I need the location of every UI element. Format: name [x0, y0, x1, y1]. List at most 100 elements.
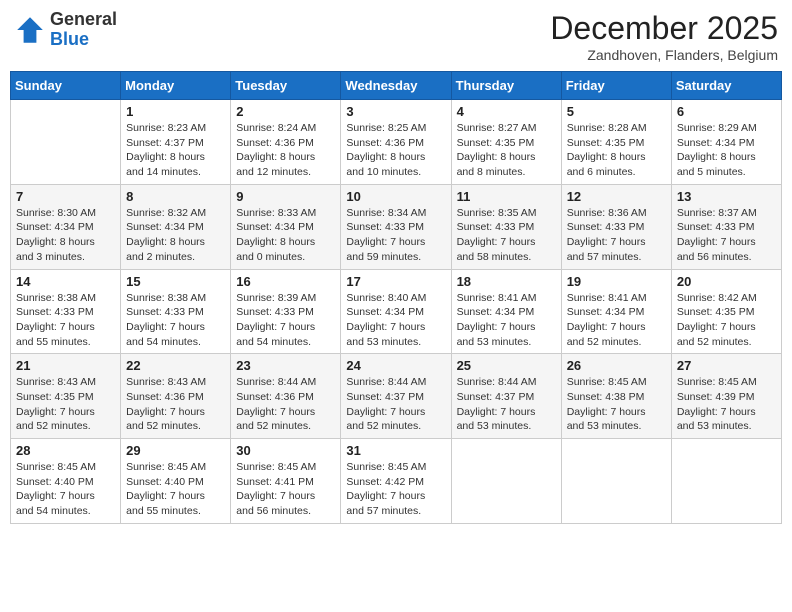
- day-cell: 17 Sunrise: 8:40 AM Sunset: 4:34 PM Dayli…: [341, 269, 451, 354]
- day-info: Sunrise: 8:45 AM Sunset: 4:41 PM Dayligh…: [236, 460, 335, 519]
- day-number: 7: [16, 189, 115, 204]
- day-number: 12: [567, 189, 666, 204]
- day-cell: [561, 439, 671, 524]
- day-number: 29: [126, 443, 225, 458]
- title-block: December 2025 Zandhoven, Flanders, Belgi…: [550, 10, 778, 63]
- day-info: Sunrise: 8:44 AM Sunset: 4:36 PM Dayligh…: [236, 375, 335, 434]
- day-info: Sunrise: 8:45 AM Sunset: 4:40 PM Dayligh…: [16, 460, 115, 519]
- day-number: 18: [457, 274, 556, 289]
- week-row-3: 14 Sunrise: 8:38 AM Sunset: 4:33 PM Dayli…: [11, 269, 782, 354]
- logo-text: General Blue: [50, 10, 117, 50]
- day-number: 8: [126, 189, 225, 204]
- day-number: 16: [236, 274, 335, 289]
- calendar-table: SundayMondayTuesdayWednesdayThursdayFrid…: [10, 71, 782, 524]
- day-number: 25: [457, 358, 556, 373]
- day-number: 23: [236, 358, 335, 373]
- day-info: Sunrise: 8:43 AM Sunset: 4:36 PM Dayligh…: [126, 375, 225, 434]
- week-row-2: 7 Sunrise: 8:30 AM Sunset: 4:34 PM Daylig…: [11, 184, 782, 269]
- day-info: Sunrise: 8:40 AM Sunset: 4:34 PM Dayligh…: [346, 291, 445, 350]
- day-cell: 4 Sunrise: 8:27 AM Sunset: 4:35 PM Daylig…: [451, 100, 561, 185]
- day-info: Sunrise: 8:25 AM Sunset: 4:36 PM Dayligh…: [346, 121, 445, 180]
- day-number: 20: [677, 274, 776, 289]
- weekday-header-saturday: Saturday: [671, 72, 781, 100]
- day-cell: 20 Sunrise: 8:42 AM Sunset: 4:35 PM Dayli…: [671, 269, 781, 354]
- day-info: Sunrise: 8:45 AM Sunset: 4:39 PM Dayligh…: [677, 375, 776, 434]
- weekday-header-thursday: Thursday: [451, 72, 561, 100]
- day-number: 22: [126, 358, 225, 373]
- day-number: 9: [236, 189, 335, 204]
- day-cell: 10Sunrise: 8:34 AM Sunset: 4:33 PM Dayli…: [341, 184, 451, 269]
- day-info: Sunrise: 8:44 AM Sunset: 4:37 PM Dayligh…: [457, 375, 556, 434]
- day-cell: [451, 439, 561, 524]
- day-info: Sunrise: 8:36 AM Sunset: 4:33 PM Dayligh…: [567, 206, 666, 265]
- day-info: Sunrise: 8:44 AM Sunset: 4:37 PM Dayligh…: [346, 375, 445, 434]
- day-cell: 31Sunrise: 8:45 AM Sunset: 4:42 PM Dayli…: [341, 439, 451, 524]
- day-number: 13: [677, 189, 776, 204]
- day-number: 1: [126, 104, 225, 119]
- weekday-header-monday: Monday: [121, 72, 231, 100]
- day-info: Sunrise: 8:28 AM Sunset: 4:35 PM Dayligh…: [567, 121, 666, 180]
- day-cell: 19 Sunrise: 8:41 AM Sunset: 4:34 PM Dayli…: [561, 269, 671, 354]
- day-cell: 9Sunrise: 8:33 AM Sunset: 4:34 PM Daylig…: [231, 184, 341, 269]
- day-cell: 30 Sunrise: 8:45 AM Sunset: 4:41 PM Dayli…: [231, 439, 341, 524]
- day-info: Sunrise: 8:42 AM Sunset: 4:35 PM Dayligh…: [677, 291, 776, 350]
- day-info: Sunrise: 8:39 AM Sunset: 4:33 PM Dayligh…: [236, 291, 335, 350]
- day-cell: 23 Sunrise: 8:44 AM Sunset: 4:36 PM Dayli…: [231, 354, 341, 439]
- day-cell: 16 Sunrise: 8:39 AM Sunset: 4:33 PM Dayli…: [231, 269, 341, 354]
- day-number: 15: [126, 274, 225, 289]
- week-row-4: 21Sunrise: 8:43 AM Sunset: 4:35 PM Dayli…: [11, 354, 782, 439]
- day-info: Sunrise: 8:43 AM Sunset: 4:35 PM Dayligh…: [16, 375, 115, 434]
- day-cell: 7 Sunrise: 8:30 AM Sunset: 4:34 PM Daylig…: [11, 184, 121, 269]
- weekday-header-wednesday: Wednesday: [341, 72, 451, 100]
- day-cell: 15 Sunrise: 8:38 AM Sunset: 4:33 PM Dayli…: [121, 269, 231, 354]
- day-cell: 8Sunrise: 8:32 AM Sunset: 4:34 PM Daylig…: [121, 184, 231, 269]
- day-number: 28: [16, 443, 115, 458]
- location: Zandhoven, Flanders, Belgium: [550, 47, 778, 63]
- day-info: Sunrise: 8:45 AM Sunset: 4:42 PM Dayligh…: [346, 460, 445, 519]
- day-info: Sunrise: 8:45 AM Sunset: 4:40 PM Dayligh…: [126, 460, 225, 519]
- day-number: 26: [567, 358, 666, 373]
- day-info: Sunrise: 8:27 AM Sunset: 4:35 PM Dayligh…: [457, 121, 556, 180]
- page-header: General Blue December 2025 Zandhoven, Fl…: [10, 10, 782, 63]
- day-cell: 3 Sunrise: 8:25 AM Sunset: 4:36 PM Daylig…: [341, 100, 451, 185]
- weekday-header-friday: Friday: [561, 72, 671, 100]
- day-cell: 13 Sunrise: 8:37 AM Sunset: 4:33 PM Dayli…: [671, 184, 781, 269]
- week-row-1: 1 Sunrise: 8:23 AM Sunset: 4:37 PM Daylig…: [11, 100, 782, 185]
- week-row-5: 28 Sunrise: 8:45 AM Sunset: 4:40 PM Dayli…: [11, 439, 782, 524]
- day-number: 3: [346, 104, 445, 119]
- day-cell: 6 Sunrise: 8:29 AM Sunset: 4:34 PM Daylig…: [671, 100, 781, 185]
- day-info: Sunrise: 8:38 AM Sunset: 4:33 PM Dayligh…: [126, 291, 225, 350]
- day-number: 6: [677, 104, 776, 119]
- logo-icon: [14, 14, 46, 46]
- day-number: 10: [346, 189, 445, 204]
- day-info: Sunrise: 8:35 AM Sunset: 4:33 PM Dayligh…: [457, 206, 556, 265]
- day-number: 19: [567, 274, 666, 289]
- day-info: Sunrise: 8:41 AM Sunset: 4:34 PM Dayligh…: [567, 291, 666, 350]
- day-cell: 24Sunrise: 8:44 AM Sunset: 4:37 PM Dayli…: [341, 354, 451, 439]
- day-cell: 25 Sunrise: 8:44 AM Sunset: 4:37 PM Dayli…: [451, 354, 561, 439]
- logo: General Blue: [14, 10, 117, 50]
- day-number: 30: [236, 443, 335, 458]
- day-cell: 26Sunrise: 8:45 AM Sunset: 4:38 PM Dayli…: [561, 354, 671, 439]
- day-info: Sunrise: 8:37 AM Sunset: 4:33 PM Dayligh…: [677, 206, 776, 265]
- day-cell: [11, 100, 121, 185]
- day-info: Sunrise: 8:29 AM Sunset: 4:34 PM Dayligh…: [677, 121, 776, 180]
- weekday-header-row: SundayMondayTuesdayWednesdayThursdayFrid…: [11, 72, 782, 100]
- day-number: 5: [567, 104, 666, 119]
- month-title: December 2025: [550, 10, 778, 47]
- day-cell: 22 Sunrise: 8:43 AM Sunset: 4:36 PM Dayli…: [121, 354, 231, 439]
- day-cell: 14Sunrise: 8:38 AM Sunset: 4:33 PM Dayli…: [11, 269, 121, 354]
- day-info: Sunrise: 8:23 AM Sunset: 4:37 PM Dayligh…: [126, 121, 225, 180]
- logo-blue-text: Blue: [50, 30, 117, 50]
- day-info: Sunrise: 8:30 AM Sunset: 4:34 PM Dayligh…: [16, 206, 115, 265]
- day-cell: 27 Sunrise: 8:45 AM Sunset: 4:39 PM Dayli…: [671, 354, 781, 439]
- day-cell: 12 Sunrise: 8:36 AM Sunset: 4:33 PM Dayli…: [561, 184, 671, 269]
- day-info: Sunrise: 8:24 AM Sunset: 4:36 PM Dayligh…: [236, 121, 335, 180]
- day-number: 4: [457, 104, 556, 119]
- day-cell: 29 Sunrise: 8:45 AM Sunset: 4:40 PM Dayli…: [121, 439, 231, 524]
- day-number: 14: [16, 274, 115, 289]
- day-number: 17: [346, 274, 445, 289]
- day-cell: 21Sunrise: 8:43 AM Sunset: 4:35 PM Dayli…: [11, 354, 121, 439]
- weekday-header-tuesday: Tuesday: [231, 72, 341, 100]
- day-number: 27: [677, 358, 776, 373]
